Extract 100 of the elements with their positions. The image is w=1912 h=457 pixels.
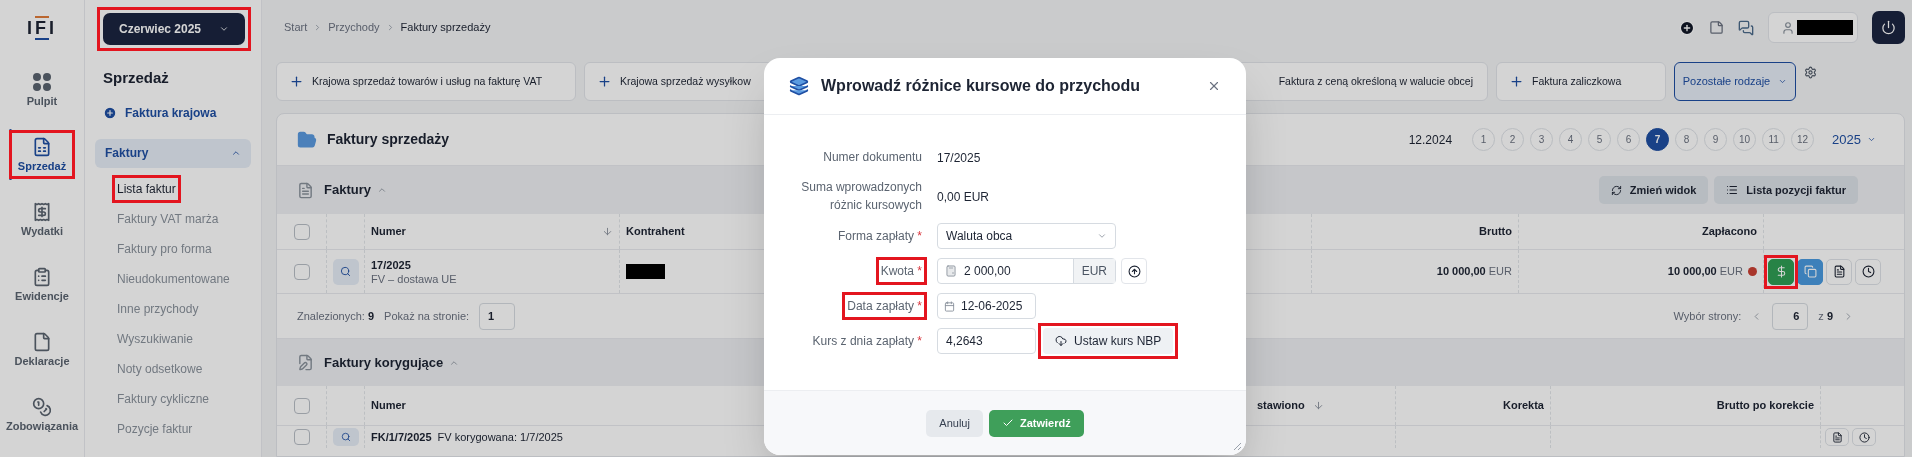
more-types-dropdown[interactable]: Pozostałe rodzaje bbox=[1674, 62, 1796, 101]
layers-icon bbox=[789, 76, 809, 96]
refresh-icon bbox=[1610, 184, 1622, 196]
new-invoice-button[interactable]: Faktura zaliczkowa bbox=[1496, 62, 1666, 101]
breadcrumb-item[interactable]: Przychody bbox=[328, 19, 380, 36]
change-view-button[interactable]: Zmień widok bbox=[1598, 176, 1709, 204]
chevron-up-icon bbox=[231, 148, 241, 158]
column-header[interactable]: Numer bbox=[371, 223, 406, 240]
history-button[interactable] bbox=[1852, 428, 1876, 446]
grid-dots-icon bbox=[32, 72, 52, 92]
month-pill[interactable]: 2 bbox=[1501, 128, 1525, 151]
item-list-button[interactable]: Lista pozycji faktur bbox=[1714, 176, 1858, 204]
column-header[interactable]: Numer bbox=[371, 397, 406, 414]
checkbox[interactable] bbox=[293, 429, 310, 445]
payment-form-select[interactable]: Waluta obca bbox=[937, 223, 1116, 249]
column-header[interactable]: Korekta bbox=[1503, 397, 1544, 414]
month-pill[interactable]: 4 bbox=[1559, 128, 1583, 151]
rail-item[interactable]: Pulpit bbox=[22, 70, 62, 109]
page-field[interactable]: 6 bbox=[1772, 302, 1809, 330]
checkbox[interactable] bbox=[293, 263, 310, 280]
per-page-field[interactable]: 1 bbox=[479, 302, 516, 330]
per-page-label: Pokaż na stronie: bbox=[384, 308, 470, 324]
amount-field[interactable]: 2 000,00 EUR bbox=[937, 258, 1116, 284]
chevron-down-icon bbox=[219, 24, 230, 34]
month-pill[interactable]: 3 bbox=[1530, 128, 1554, 151]
invoice-type: FV – dostawa UE bbox=[371, 271, 458, 286]
period-selector[interactable]: Czerwiec 2025 bbox=[103, 13, 245, 45]
checkbox[interactable] bbox=[293, 397, 310, 414]
plus-icon bbox=[597, 74, 612, 89]
history-button[interactable] bbox=[1855, 258, 1881, 285]
month-pill[interactable]: 7 bbox=[1646, 128, 1670, 151]
user-button[interactable] bbox=[1768, 12, 1858, 43]
chat-icon[interactable] bbox=[1738, 19, 1754, 36]
field-value: 0,00 EUR bbox=[937, 190, 990, 204]
field-label: Suma wprowadzonych różnic kursowych bbox=[800, 179, 922, 214]
month-pill[interactable]: 1 bbox=[1472, 128, 1496, 151]
section-toggle[interactable]: Faktury bbox=[324, 180, 387, 200]
rate-field[interactable]: 4,2643 bbox=[937, 328, 1036, 354]
column-header[interactable]: Kontrahent bbox=[626, 223, 685, 240]
field-label: Kurs z dnia zapłaty * bbox=[812, 333, 922, 350]
new-invoice-button[interactable]: Krajowa sprzedaż towarów i usług na fakturę VAT bbox=[276, 62, 576, 101]
submenu-item[interactable]: Lista faktur bbox=[117, 179, 176, 198]
month-pill[interactable]: 6 bbox=[1617, 128, 1641, 151]
invoice-number: FK/1/7/2025 bbox=[371, 429, 432, 445]
logo[interactable]: IFI bbox=[27, 18, 57, 38]
new-invoice-link[interactable]: Faktura krajowa bbox=[103, 103, 251, 122]
rail-item[interactable]: Wydatki bbox=[17, 200, 67, 239]
nbp-rate-button[interactable]: Ustaw kurs NBP bbox=[1043, 328, 1174, 354]
clipboard-icon bbox=[32, 267, 52, 287]
list-icon bbox=[1726, 184, 1739, 196]
user-icon bbox=[1781, 20, 1795, 35]
checkbox[interactable] bbox=[293, 223, 310, 240]
settings-icon[interactable] bbox=[1804, 66, 1817, 79]
copy-button[interactable] bbox=[1797, 258, 1823, 285]
column-header[interactable]: Brutto bbox=[1479, 223, 1512, 240]
pdf-button[interactable] bbox=[1825, 428, 1849, 446]
month-pill[interactable]: 10 bbox=[1733, 128, 1757, 151]
chevron-up-icon bbox=[376, 185, 387, 195]
note-icon[interactable] bbox=[1709, 20, 1724, 35]
section-toggle[interactable]: Faktury korygujące bbox=[324, 352, 460, 373]
pdf-button[interactable] bbox=[1826, 258, 1852, 285]
found-count: Znalezionych: 9 bbox=[297, 308, 375, 324]
year-dropdown[interactable]: 2025 bbox=[1832, 129, 1876, 150]
breadcrumb-item[interactable]: Start bbox=[284, 19, 308, 36]
month-pill[interactable]: 8 bbox=[1675, 128, 1699, 151]
column-header[interactable]: Brutto po korekcie bbox=[1716, 397, 1814, 414]
power-button[interactable] bbox=[1872, 11, 1905, 44]
preview-button[interactable] bbox=[332, 428, 359, 446]
currency-label: EUR bbox=[1072, 259, 1115, 283]
check-icon bbox=[1001, 417, 1014, 429]
date-field[interactable]: 12-06-2025 bbox=[937, 293, 1036, 319]
file-icon bbox=[32, 332, 52, 352]
month-pill[interactable]: 5 bbox=[1588, 128, 1612, 151]
rail-item[interactable]: Deklaracje bbox=[10, 330, 74, 369]
clock-icon bbox=[1858, 431, 1870, 443]
card-title: Faktury sprzedaży bbox=[327, 130, 450, 149]
add-circle-icon[interactable] bbox=[1679, 19, 1695, 36]
field-label: Numer dokumentu bbox=[823, 149, 922, 166]
rail-item[interactable]: Sprzedaż bbox=[13, 135, 71, 174]
column-header[interactable]: stawiono bbox=[1257, 397, 1305, 414]
preview-button[interactable] bbox=[332, 258, 359, 285]
gross-amount: 10 000,00 EUR bbox=[1436, 264, 1512, 280]
cancel-button[interactable]: Anuluj bbox=[926, 409, 983, 437]
calculator-icon bbox=[945, 265, 957, 277]
close-button[interactable] bbox=[1207, 79, 1221, 93]
month-pill[interactable]: 12 bbox=[1791, 128, 1815, 151]
sort-arrow-icon[interactable] bbox=[602, 226, 613, 237]
month-pill[interactable]: 9 bbox=[1704, 128, 1728, 151]
column-header[interactable]: Zapłacono bbox=[1702, 223, 1757, 240]
sort-arrow-icon[interactable] bbox=[1312, 400, 1324, 411]
field-label: Kwota * bbox=[880, 263, 922, 280]
previous-period[interactable]: 12.2024 bbox=[1408, 130, 1453, 149]
upload-button[interactable] bbox=[1121, 258, 1147, 284]
month-pill[interactable]: 11 bbox=[1762, 128, 1786, 151]
rail-item[interactable]: Ewidencje bbox=[11, 265, 73, 304]
folder-icon bbox=[297, 129, 317, 150]
menu-group[interactable]: Faktury bbox=[95, 138, 251, 168]
document-edit-icon bbox=[297, 354, 314, 371]
rail-item[interactable]: Zobowiązania bbox=[1, 395, 83, 434]
plus-icon bbox=[1509, 74, 1524, 89]
